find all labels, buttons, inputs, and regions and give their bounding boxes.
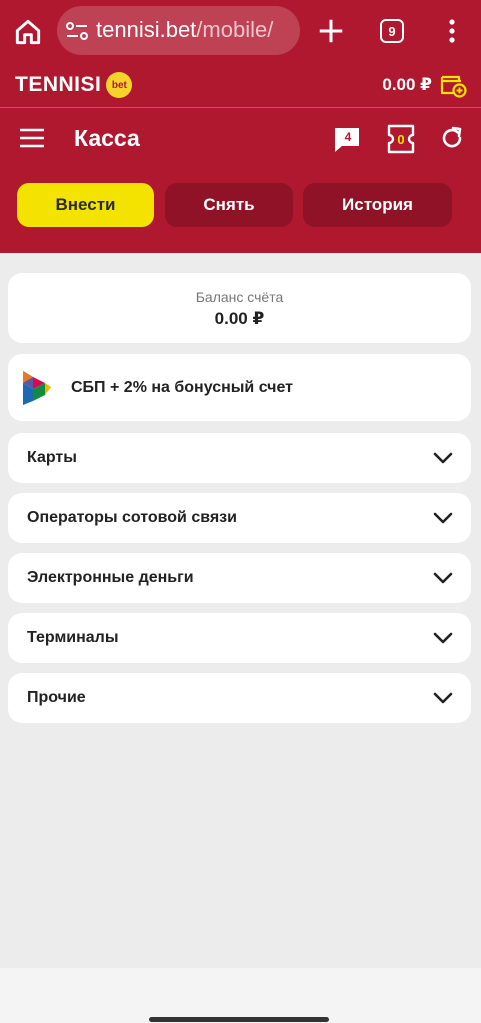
balance-label: Баланс счёта [195,289,284,305]
header-divider [0,107,481,108]
method-other[interactable]: Прочие [8,673,471,723]
method-label: Электронные деньги [27,569,194,586]
method-label: Терминалы [27,629,119,646]
tab-count: 9 [388,23,396,39]
chat-bubble-icon: 4 [335,128,359,152]
refresh-icon[interactable] [439,125,465,151]
address-bar[interactable]: tennisi.bet/mobile/ [57,6,300,55]
method-label: Операторы сотовой связи [27,509,237,526]
balance-card: Баланс счёта 0.00 ₽ [8,273,471,343]
sbp-logo-icon [23,370,51,405]
gesture-handle[interactable] [149,1017,329,1022]
method-mobile-operators[interactable]: Операторы сотовой связи [8,493,471,543]
tabs-icon[interactable]: 9 [380,19,404,43]
more-vert-icon[interactable] [440,15,464,47]
url-text[interactable]: tennisi.bet/mobile/ [96,17,296,43]
logo[interactable]: TENNISI bet [15,72,133,98]
header-balance: 0.00 ₽ [382,75,432,94]
chevron-down-icon [433,512,453,524]
method-terminals[interactable]: Терминалы [8,613,471,663]
chevron-down-icon [433,452,453,464]
sbp-payment-option[interactable]: СБП + 2% на бонусный счет [8,354,471,421]
url-domain: tennisi.bet [96,17,197,42]
chevron-down-icon [433,572,453,584]
messages-count: 4 [345,130,352,144]
logo-text: TENNISI [15,73,102,96]
messages-button[interactable]: 4 [333,125,361,153]
tab-deposit[interactable]: Внести [17,183,154,227]
balance-value: 0.00 ₽ [214,309,265,328]
site-settings-icon[interactable] [65,20,89,42]
app-header: TENNISI bet 0.00 ₽ Касса 4 0 Внести Снят… [0,64,481,253]
home-icon[interactable] [12,16,44,48]
tab-history[interactable]: История [303,183,452,227]
sbp-label: СБП + 2% на бонусный счет [71,378,293,396]
logo-badge: bet [106,72,133,98]
chevron-down-icon [433,632,453,644]
chevron-down-icon [433,692,453,704]
plus-icon[interactable] [316,16,346,46]
method-e-money[interactable]: Электронные деньги [8,553,471,603]
bet-slip-button[interactable]: 0 [386,124,416,154]
method-cards[interactable]: Карты [8,433,471,483]
ticket-icon: 0 [387,124,415,154]
page-title: Касса [74,125,140,151]
url-path: /mobile/ [196,17,274,42]
method-label: Карты [27,449,77,466]
browser-toolbar: tennisi.bet/mobile/ 9 [0,0,481,64]
tab-withdraw[interactable]: Снять [165,183,293,227]
system-navigation-bar [0,968,481,1023]
wallet-add-icon[interactable] [439,71,467,99]
tickets-count: 0 [397,132,404,147]
hamburger-menu-icon[interactable] [19,127,45,149]
method-label: Прочие [27,689,86,706]
